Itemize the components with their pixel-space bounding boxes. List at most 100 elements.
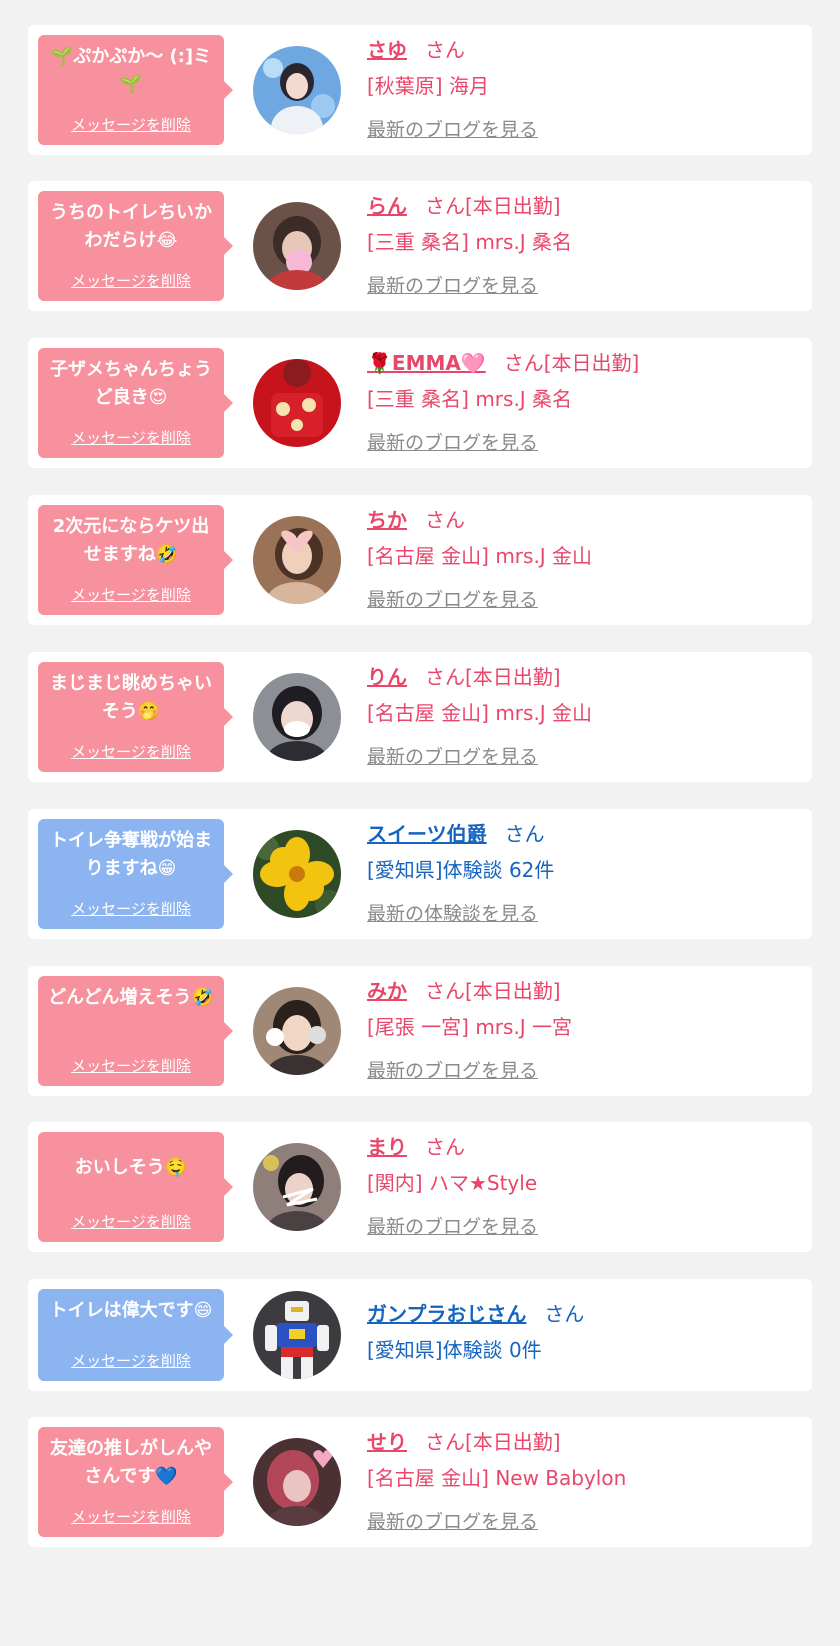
avatar[interactable] [253, 202, 341, 290]
avatar-photo [253, 516, 341, 604]
name-link[interactable]: さゆ [367, 38, 407, 62]
shop-label: [三重 桑名] mrs.J 桑名 [367, 387, 573, 411]
name-link[interactable]: みか [367, 979, 407, 1003]
latest-blog-link[interactable]: 最新のブログを見る [367, 1056, 538, 1083]
avatar-photo [253, 673, 341, 761]
avatar-photo [253, 1143, 341, 1231]
message-bubble: 2次元にならケツ出せますね🤣 メッセージを削除 [38, 505, 233, 615]
shop-label: [名古屋 金山] mrs.J 金山 [367, 544, 593, 568]
message-text: 子ザメちゃんちょうど良き😍 [50, 359, 212, 408]
avatar[interactable] [253, 1143, 341, 1231]
shop-label: [尾張 一宮] mrs.J 一宮 [367, 1015, 573, 1039]
avatar[interactable] [253, 830, 341, 918]
name-link[interactable]: 🌹EMMA🩷 [367, 351, 486, 375]
message-bubble: 子ザメちゃんちょうど良き😍 メッセージを削除 [38, 348, 233, 458]
honorific: さん [504, 822, 545, 846]
item-info: らん さん[本日出勤] [三重 桑名] mrs.J 桑名 最新のブログを見る [367, 191, 802, 298]
shop-label: [名古屋 金山] New Babylon [367, 1466, 627, 1490]
item-info: さゆ さん [秋葉原] 海月 最新のブログを見る [367, 35, 802, 142]
delete-message-link[interactable]: メッセージを削除 [38, 584, 224, 605]
avatar[interactable] [253, 46, 341, 134]
delete-message-link[interactable]: メッセージを削除 [38, 1350, 224, 1371]
honorific: さん [425, 1135, 465, 1159]
list-item: まじまじ眺めちゃいそう🤭 メッセージを削除 りん さん[本日出勤] [名古屋 金山… [28, 652, 812, 782]
honorific: さん [425, 1430, 465, 1454]
avatar[interactable] [253, 987, 341, 1075]
message-bubble: まじまじ眺めちゃいそう🤭 メッセージを削除 [38, 662, 233, 772]
message-text: 🌱ぷかぷか〜 (:]ミ🌱 [50, 46, 212, 95]
list-item: 🌱ぷかぷか〜 (:]ミ🌱 メッセージを削除 さゆ さん [秋葉原] 海月 最新のブ… [28, 25, 812, 155]
shop-label: [関内] ハマ★Style [367, 1171, 538, 1195]
list-item: おいしそう🤤 メッセージを削除 まり さん [関内] ハマ★Style 最新のブロ… [28, 1122, 812, 1252]
message-bubble: 友達の推しがしんやさんです💙 メッセージを削除 [38, 1427, 233, 1537]
honorific: さん [425, 665, 465, 689]
list-item: 2次元にならケツ出せますね🤣 メッセージを削除 ちか さん [名古屋 金山] mr… [28, 495, 812, 625]
name-link[interactable]: せり [367, 1430, 407, 1454]
delete-message-link[interactable]: メッセージを削除 [38, 427, 224, 448]
message-text: トイレ争奪戦が始まりますね😁 [50, 830, 212, 879]
item-info: みか さん[本日出勤] [尾張 一宮] mrs.J 一宮 最新のブログを見る [367, 976, 802, 1083]
message-bubble: うちのトイレちいかわだらけ😂 メッセージを削除 [38, 191, 233, 301]
latest-blog-link[interactable]: 最新のブログを見る [367, 271, 538, 298]
honorific: さん [503, 351, 544, 375]
name-link[interactable]: ちか [367, 508, 407, 532]
item-info: スイーツ伯爵 さん [愛知県]体験談 62件 最新の体験談を見る [367, 819, 802, 926]
shop-label: [名古屋 金山] mrs.J 金山 [367, 701, 593, 725]
delete-message-link[interactable]: メッセージを削除 [38, 114, 224, 135]
message-bubble: トイレ争奪戦が始まりますね😁 メッセージを削除 [38, 819, 233, 929]
message-list: 🌱ぷかぷか〜 (:]ミ🌱 メッセージを削除 さゆ さん [秋葉原] 海月 最新のブ… [0, 0, 840, 1646]
delete-message-link[interactable]: メッセージを削除 [38, 1506, 224, 1527]
avatar[interactable] [253, 1438, 341, 1526]
shift-badge: [本日出勤] [465, 979, 561, 1003]
latest-blog-link[interactable]: 最新のブログを見る [367, 585, 538, 612]
latest-blog-link[interactable]: 最新のブログを見る [367, 115, 538, 142]
shift-badge: [本日出勤] [465, 1430, 561, 1454]
shift-badge: [本日出勤] [465, 665, 561, 689]
flower-avatar [253, 830, 341, 918]
delete-message-link[interactable]: メッセージを削除 [38, 1055, 224, 1076]
avatar[interactable] [253, 359, 341, 447]
delete-message-link[interactable]: メッセージを削除 [38, 270, 224, 291]
message-bubble: どんどん増えそう🤣 メッセージを削除 [38, 976, 233, 1086]
list-item: 子ザメちゃんちょうど良き😍 メッセージを削除 🌹EMMA🩷 さん[本日出勤] [三… [28, 338, 812, 468]
name-link[interactable]: ガンプラおじさん [367, 1302, 526, 1326]
list-item: トイレは偉大です😄 メッセージを削除 ガンプラおじさん さん [愛知県]体験談 0… [28, 1279, 812, 1391]
avatar[interactable] [253, 516, 341, 604]
latest-blog-link[interactable]: 最新のブログを見る [367, 742, 538, 769]
latest-blog-link[interactable]: 最新のブログを見る [367, 1212, 538, 1239]
message-text: まじまじ眺めちゃいそう🤭 [50, 673, 212, 722]
item-info: ちか さん [名古屋 金山] mrs.J 金山 最新のブログを見る [367, 505, 802, 612]
avatar[interactable] [253, 673, 341, 761]
avatar-photo [253, 1438, 341, 1526]
name-link[interactable]: スイーツ伯爵 [367, 822, 487, 846]
list-item: トイレ争奪戦が始まりますね😁 メッセージを削除 スイーツ伯爵 さん [愛知県]体… [28, 809, 812, 939]
honorific: さん [544, 1302, 585, 1326]
delete-message-link[interactable]: メッセージを削除 [38, 741, 224, 762]
avatar[interactable] [253, 1291, 341, 1379]
shop-label: [三重 桑名] mrs.J 桑名 [367, 230, 573, 254]
message-text: おいしそう🤤 [74, 1157, 188, 1178]
avatar-photo [253, 359, 341, 447]
name-link[interactable]: らん [367, 194, 407, 218]
message-bubble: おいしそう🤤 メッセージを削除 [38, 1132, 233, 1242]
list-item: うちのトイレちいかわだらけ😂 メッセージを削除 らん さん[本日出勤] [三重 桑… [28, 181, 812, 311]
shift-badge: [本日出勤] [543, 351, 640, 375]
honorific: さん [425, 508, 465, 532]
avatar-photo [253, 987, 341, 1075]
item-info: まり さん [関内] ハマ★Style 最新のブログを見る [367, 1132, 802, 1239]
list-item: どんどん増えそう🤣 メッセージを削除 みか さん[本日出勤] [尾張 一宮] mr… [28, 966, 812, 1096]
message-text: トイレは偉大です😄 [49, 1300, 213, 1321]
avatar-photo [253, 202, 341, 290]
delete-message-link[interactable]: メッセージを削除 [38, 1211, 224, 1232]
latest-reviews-link[interactable]: 最新の体験談を見る [367, 899, 538, 926]
latest-blog-link[interactable]: 最新のブログを見る [367, 1507, 538, 1534]
item-info: 🌹EMMA🩷 さん[本日出勤] [三重 桑名] mrs.J 桑名 最新のブログを見… [367, 348, 802, 455]
name-link[interactable]: りん [367, 665, 407, 689]
latest-blog-link[interactable]: 最新のブログを見る [367, 428, 538, 455]
delete-message-link[interactable]: メッセージを削除 [38, 898, 224, 919]
name-link[interactable]: まり [367, 1135, 407, 1159]
robot-avatar [253, 1291, 341, 1379]
honorific: さん [425, 194, 465, 218]
message-bubble: トイレは偉大です😄 メッセージを削除 [38, 1289, 233, 1381]
message-text: 2次元にならケツ出せますね🤣 [52, 516, 210, 565]
